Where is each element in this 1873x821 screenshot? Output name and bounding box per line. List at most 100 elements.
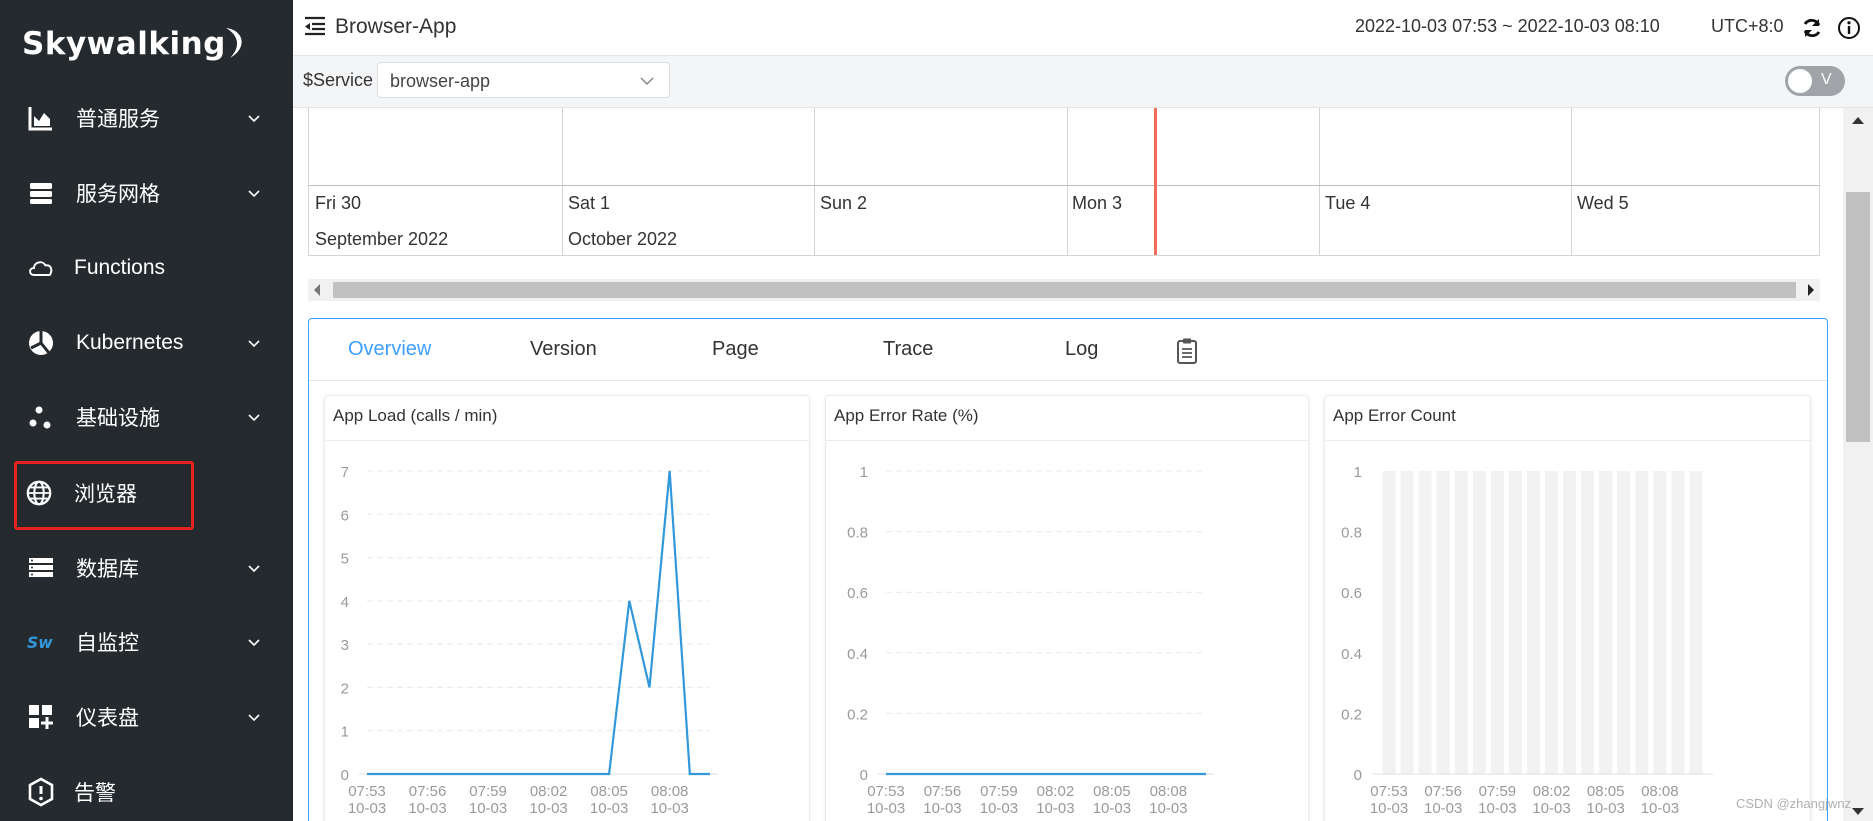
watermark: CSDN @zhangjwnz (1736, 796, 1852, 811)
chart-y-tick-label: 0.6 (847, 585, 868, 602)
chart-bar-background (1563, 471, 1577, 774)
chevron-down-icon (248, 639, 260, 647)
sidebar-item-alarm[interactable]: 告警 (0, 762, 293, 821)
scroll-up-arrow-icon[interactable] (1852, 116, 1864, 124)
scrollbar-thumb[interactable] (333, 282, 1796, 298)
chart-y-tick-label: 0.2 (847, 706, 868, 723)
sidebar-item-database[interactable]: 数据库 (0, 538, 293, 598)
chart-bar-background (1581, 471, 1595, 774)
chevron-down-icon (248, 190, 260, 198)
chart-y-tick-label: 1 (860, 464, 868, 481)
tab-trace[interactable]: Trace (883, 338, 933, 361)
sidebar-item-functions[interactable]: Functions (0, 238, 293, 298)
service-select-value: browser-app (390, 71, 491, 91)
chart-y-tick-label: 0.8 (847, 525, 868, 542)
chart-title: App Error Count (1333, 406, 1456, 425)
chart-x-tick-label: 08:05 (1093, 783, 1131, 800)
chart-x-tick-label: 07:59 (1479, 783, 1517, 800)
chart-app-error-rate: 00.20.40.60.8107:5310-0307:5610-0307:591… (847, 464, 1214, 817)
cloud-icon (27, 254, 55, 282)
chart-bar-background (1617, 471, 1631, 774)
sidebar-item-label: Kubernetes (76, 331, 184, 354)
chart-bar-background (1599, 471, 1613, 774)
menu-fold-icon[interactable] (303, 15, 327, 37)
sidebar-item-service-mesh[interactable]: 服务网格 (0, 163, 293, 223)
chevron-down-icon (248, 714, 260, 722)
chart-series-line (367, 470, 710, 776)
chart-x-tick-label: 07:56 (409, 783, 447, 800)
chart-title: App Load (calls / min) (333, 406, 498, 425)
timeline-day-label: Sat 1 (568, 193, 611, 213)
timeline-horizontal-scrollbar[interactable] (308, 279, 1820, 301)
tab-log[interactable]: Log (1065, 338, 1098, 361)
time-range-picker[interactable]: 2022-10-03 07:53 ~ 2022-10-03 08:10 (1355, 16, 1660, 37)
chart-bar-background (1472, 471, 1486, 774)
sidebar-item-infrastructure[interactable]: 基础设施 (0, 387, 293, 447)
chart-x-tick-label: 10-03 (1093, 800, 1131, 817)
chart-x-tick-label: 07:56 (1424, 783, 1462, 800)
kubernetes-icon (27, 329, 55, 357)
chart-app-load: 0123456707:5310-0307:5610-0307:5910-0308… (341, 464, 718, 817)
tab-overview[interactable]: Overview (348, 338, 431, 361)
app-root: Skywalking 普通服务 服务网格 Functions Kubernete… (0, 0, 1873, 821)
chart-x-tick-label: 10-03 (923, 800, 961, 817)
chart-app-error-count: 00.20.40.60.8107:5310-0307:5610-0307:591… (1341, 464, 1713, 817)
vertical-scrollbar[interactable] (1843, 108, 1873, 821)
chart-y-tick-label: 0.6 (1341, 585, 1362, 602)
header: Browser-App 2022-10-03 07:53 ~ 2022-10-0… (293, 0, 1873, 56)
sidebar-item-kubernetes[interactable]: Kubernetes (0, 313, 293, 373)
chart-x-tick-label: 10-03 (1641, 800, 1679, 817)
chart-y-tick-label: 1 (341, 724, 349, 741)
toggle-knob (1788, 69, 1812, 93)
chart-x-tick-label: 07:59 (469, 783, 507, 800)
skywalking-logo[interactable]: Skywalking (22, 24, 248, 64)
chart-card-app-error-rate: App Error Rate (%) 0 0.2 0.4 0.6 0.8 1 07:53 10… (825, 395, 1309, 821)
chart-bar-background (1508, 471, 1522, 774)
chart-y-tick-label: 1 (1354, 464, 1362, 481)
edit-mode-toggle[interactable]: V (1785, 66, 1845, 96)
scroll-right-arrow-icon[interactable] (1808, 284, 1814, 296)
alarm-icon (27, 777, 55, 807)
service-select[interactable]: browser-app (377, 62, 670, 98)
scroll-left-arrow-icon[interactable] (314, 284, 320, 296)
database-icon (27, 554, 55, 582)
chart-x-tick-label: 07:59 (980, 783, 1018, 800)
sidebar-item-label: 仪表盘 (76, 707, 139, 730)
chart-x-tick-label: 07:53 (1370, 783, 1408, 800)
tab-version[interactable]: Version (530, 338, 597, 361)
chart-x-tick-label: 08:08 (651, 783, 689, 800)
chart-x-tick-label: 10-03 (980, 800, 1018, 817)
scroll-down-arrow-icon[interactable] (1852, 808, 1864, 816)
sidebar-item-general-service[interactable]: 普通服务 (0, 88, 293, 148)
chart-bar-background (1526, 471, 1540, 774)
chart-bar-background (1671, 471, 1685, 774)
timeline-axis-line (309, 185, 1819, 186)
chart-x-tick-label: 10-03 (1149, 800, 1187, 817)
clipboard-icon[interactable] (1175, 337, 1199, 365)
timeline-divider (1571, 108, 1572, 255)
tab-page[interactable]: Page (712, 338, 759, 361)
chart-bar-background (1689, 471, 1703, 774)
chart-x-tick-label: 08:08 (1641, 783, 1679, 800)
chart-card-app-error-count: App Error Count 0 0.2 0.4 0.6 0.8 1 07:53 10-03… (1324, 395, 1811, 821)
info-icon[interactable] (1837, 16, 1861, 40)
timeline-day-label: Mon 3 (1072, 193, 1123, 213)
chart-y-tick-label: 0.2 (1341, 706, 1362, 723)
chart-card-app-load: App Load (calls / min) 0 1 2 3 4 5 6 7 07:53 10-0… (324, 395, 810, 821)
tabs-panel: Overview Version Page Trace Log App Load… (308, 318, 1828, 821)
sidebar-item-dashboard[interactable]: 仪表盘 (0, 687, 293, 747)
chart-x-tick-label: 07:53 (348, 783, 386, 800)
timeline-divider (814, 108, 815, 255)
reload-icon[interactable] (1800, 16, 1824, 40)
chevron-down-icon (248, 414, 260, 422)
dots-icon (27, 403, 55, 431)
sidebar-item-self-observability[interactable]: Sw 自监控 (0, 612, 293, 672)
logo-swoosh-icon (225, 28, 242, 58)
timeline[interactable]: Fri 30 Sat 1 Sun 2 Mon 3 Tue 4 Wed 5 Sep… (308, 108, 1820, 256)
scrollbar-thumb[interactable] (1846, 192, 1870, 442)
chart-x-tick-label: 07:56 (924, 783, 962, 800)
dashboard-icon (27, 703, 55, 731)
chart-x-tick-label: 10-03 (650, 800, 688, 817)
chart-x-tick-label: 08:08 (1150, 783, 1188, 800)
page-title: Browser-App (335, 15, 457, 38)
